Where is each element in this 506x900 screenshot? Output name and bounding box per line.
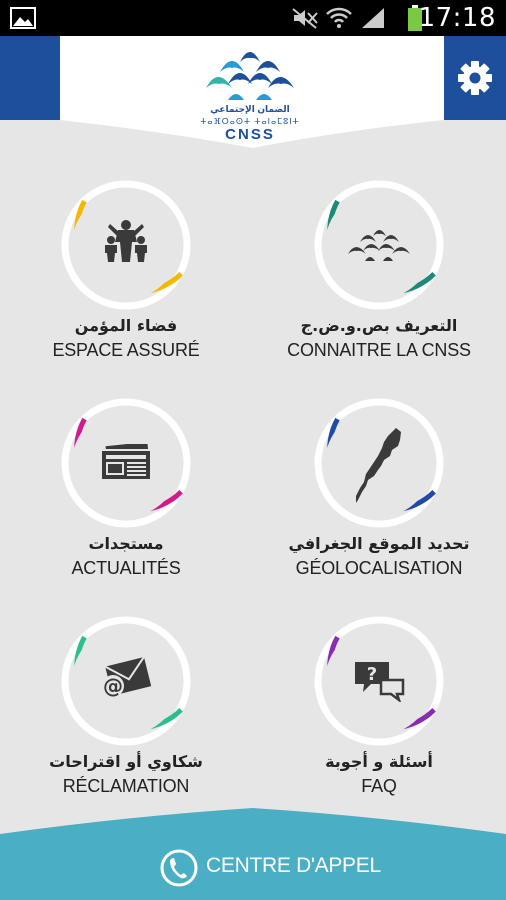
- chat-question-icon: ?: [355, 662, 405, 702]
- menu-label-arabic: تحديد الموقع الجغرافي: [288, 534, 470, 553]
- email-icon: @: [102, 656, 152, 698]
- menu-label-arabic: شكاوي أو اقتراحات: [49, 752, 203, 771]
- status-icons: [292, 6, 386, 30]
- app-header: الضمان الإجتماعي ⵜⴰⴼⵔⴰⵙⵜ ⵜⴰⵏⴰⵎⵓⵏⵜ CNSS: [0, 36, 506, 154]
- cnss-logo-icon: [348, 230, 410, 261]
- status-time: 17:18: [418, 3, 496, 33]
- gear-icon: [458, 61, 492, 95]
- menu-item-faq[interactable]: ? أسئلة و أجوبة FAQ: [264, 616, 484, 816]
- menu-label-french: CONNAITRE LA CNSS: [287, 340, 471, 360]
- logo-berber-text: ⵜⴰⴼⵔⴰⵙⵜ ⵜⴰⵏⴰⵎⵓⵏⵜ: [200, 117, 300, 126]
- signal-icon: [362, 8, 384, 28]
- header-left-block: [0, 36, 60, 120]
- svg-text:?: ?: [367, 664, 377, 685]
- cnss-logo: الضمان الإجتماعي ⵜⴰⴼⵔⴰⵙⵜ ⵜⴰⵏⴰⵎⵓⵏⵜ CNSS: [200, 44, 300, 143]
- menu-item-espace-assure[interactable]: فضاء المؤمن ESPACE ASSURÉ: [11, 180, 231, 380]
- menu-item-connaitre-cnss[interactable]: التعريف بص.و.ض.ج CONNAITRE LA CNSS: [264, 180, 484, 380]
- menu-label-arabic: التعريف بص.و.ض.ج: [300, 316, 458, 335]
- menu-label-french: ESPACE ASSURÉ: [52, 340, 200, 360]
- centre-appel-label: CENTRE D'APPEL: [206, 854, 381, 877]
- centre-appel-button[interactable]: CENTRE D'APPEL: [0, 808, 506, 900]
- menu-label-french: ACTUALITÉS: [71, 558, 181, 578]
- mute-icon: [292, 8, 318, 29]
- menu-label-arabic: أسئلة و أجوبة: [325, 752, 433, 771]
- map-icon: [356, 428, 401, 503]
- menu-label-french: RÉCLAMATION: [62, 776, 190, 796]
- image-notification-icon: [10, 7, 36, 29]
- settings-button[interactable]: [444, 36, 506, 120]
- menu-item-actualites[interactable]: مستجدات ACTUALITÉS: [11, 398, 231, 598]
- status-bar: 17:18: [0, 0, 506, 36]
- menu-label-arabic: فضاء المؤمن: [74, 316, 178, 335]
- menu-label-french: GÉOLOCALISATION: [295, 558, 463, 578]
- menu-label-french: FAQ: [361, 776, 397, 796]
- people-icon: [105, 220, 147, 262]
- menu-item-geolocalisation[interactable]: تحديد الموقع الجغرافي GÉOLOCALISATION: [264, 398, 484, 598]
- logo-cnss-text: CNSS: [225, 126, 275, 143]
- menu-label-arabic: مستجدات: [88, 534, 164, 553]
- svg-text:@: @: [103, 674, 123, 698]
- menu-item-reclamation[interactable]: @ شكاوي أو اقتراحات RÉCLAMATION: [11, 616, 231, 816]
- cnss-logo-mark: [206, 52, 294, 100]
- wifi-icon: [326, 7, 352, 28]
- logo-arabic-text: الضمان الإجتماعي: [210, 104, 290, 114]
- phone-icon: [160, 849, 198, 887]
- newspaper-icon: [100, 444, 152, 481]
